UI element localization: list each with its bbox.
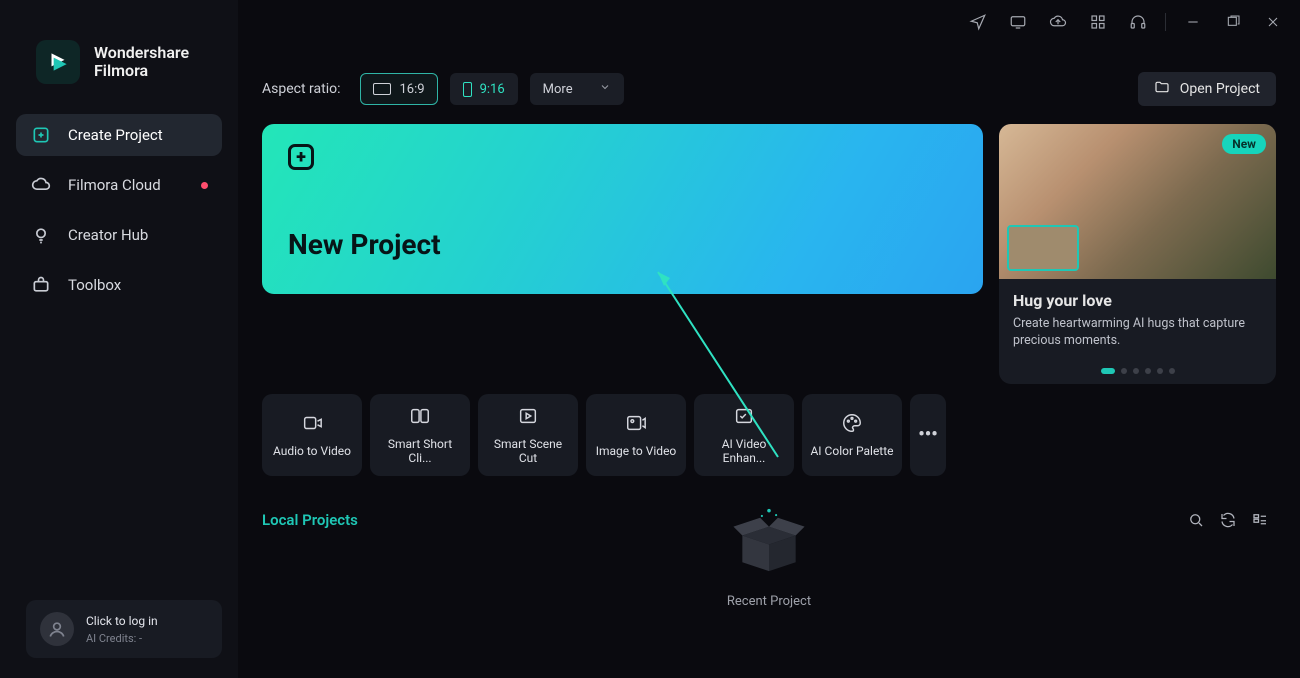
sidebar-item-create-project[interactable]: Create Project: [16, 114, 222, 156]
plus-icon: +: [288, 144, 314, 170]
tile-ai-video-enhancer[interactable]: AI Video Enhan...: [694, 394, 794, 476]
recent-label: Recent Project: [727, 594, 811, 609]
brand-line2: Filmora: [94, 62, 189, 80]
tile-label: Audio to Video: [273, 444, 351, 458]
login-cta: Click to log in: [86, 614, 158, 628]
tile-label: AI Color Palette: [810, 444, 893, 458]
tile-more-button[interactable]: •••: [910, 394, 946, 476]
recent-empty: Recent Project: [724, 500, 814, 609]
open-project-button[interactable]: Open Project: [1138, 72, 1276, 106]
nav: Create Project Filmora Cloud Creator Hub…: [0, 114, 238, 306]
aspect-row: Aspect ratio: 16:9 9:16 More Open Projec…: [262, 72, 1276, 106]
tile-label: AI Video Enhan...: [700, 437, 788, 465]
search-icon[interactable]: [1180, 504, 1212, 536]
tile-audio-to-video[interactable]: Audio to Video: [262, 394, 362, 476]
login-card[interactable]: Click to log in AI Credits: -: [26, 600, 222, 658]
promo-title: Hug your love: [1013, 291, 1262, 310]
notification-dot-icon: [201, 182, 208, 189]
more-icon: •••: [918, 424, 937, 445]
landscape-icon: [373, 83, 391, 95]
promo-badge: New: [1222, 134, 1266, 154]
aspect-label: Aspect ratio:: [262, 81, 340, 97]
tile-smart-scene-cut[interactable]: Smart Scene Cut: [478, 394, 578, 476]
tile-image-to-video[interactable]: Image to Video: [586, 394, 686, 476]
sidebar-item-label: Create Project: [68, 126, 163, 144]
aspect-916-button[interactable]: 9:16: [450, 73, 518, 105]
sidebar: Wondershare Filmora Create Project Filmo…: [0, 0, 238, 678]
aspect-more-button[interactable]: More: [530, 73, 624, 105]
sidebar-item-creator-hub[interactable]: Creator Hub: [16, 214, 222, 256]
tile-label: Smart Short Cli...: [376, 437, 464, 465]
promo-desc: Create heartwarming AI hugs that capture…: [1013, 316, 1262, 350]
new-project-button[interactable]: + New Project: [262, 124, 983, 294]
brand[interactable]: Wondershare Filmora: [0, 28, 238, 114]
local-projects-label[interactable]: Local Projects: [262, 511, 358, 529]
main: Aspect ratio: 16:9 9:16 More Open Projec…: [238, 0, 1300, 678]
bulb-icon: [30, 225, 52, 245]
aspect-916-label: 9:16: [480, 82, 505, 97]
login-credits: AI Credits: -: [86, 632, 158, 645]
tile-label: Smart Scene Cut: [484, 437, 572, 465]
promo-card[interactable]: New Hug your love Create heartwarming AI…: [999, 124, 1276, 384]
plus-square-icon: [30, 125, 52, 145]
empty-box-icon: [724, 500, 814, 580]
sidebar-item-label: Creator Hub: [68, 226, 148, 244]
view-toggle-icon[interactable]: [1244, 504, 1276, 536]
tool-tiles: Audio to Video Smart Short Cli... Smart …: [262, 394, 983, 476]
new-project-label: New Project: [288, 228, 983, 261]
refresh-icon[interactable]: [1212, 504, 1244, 536]
promo-image: New: [999, 124, 1276, 279]
tile-ai-color-palette[interactable]: AI Color Palette: [802, 394, 902, 476]
folder-icon: [1154, 79, 1170, 99]
promo-pager[interactable]: [999, 360, 1276, 384]
tile-label: Image to Video: [596, 444, 677, 458]
sidebar-item-label: Filmora Cloud: [68, 176, 161, 194]
brand-logo-icon: [36, 40, 80, 84]
aspect-169-label: 16:9: [399, 82, 424, 97]
sidebar-item-label: Toolbox: [68, 276, 121, 294]
chevron-down-icon: [599, 81, 611, 97]
sidebar-item-filmora-cloud[interactable]: Filmora Cloud: [16, 164, 222, 206]
aspect-169-button[interactable]: 16:9: [360, 73, 437, 105]
portrait-icon: [463, 82, 472, 97]
open-project-label: Open Project: [1180, 81, 1260, 97]
toolbox-icon: [30, 275, 52, 295]
sidebar-item-toolbox[interactable]: Toolbox: [16, 264, 222, 306]
tile-smart-short-clip[interactable]: Smart Short Cli...: [370, 394, 470, 476]
avatar-icon: [40, 612, 74, 646]
promo-thumb-icon: [1007, 225, 1079, 271]
brand-line1: Wondershare: [94, 44, 189, 62]
cloud-icon: [30, 175, 52, 195]
aspect-more-label: More: [543, 82, 573, 97]
